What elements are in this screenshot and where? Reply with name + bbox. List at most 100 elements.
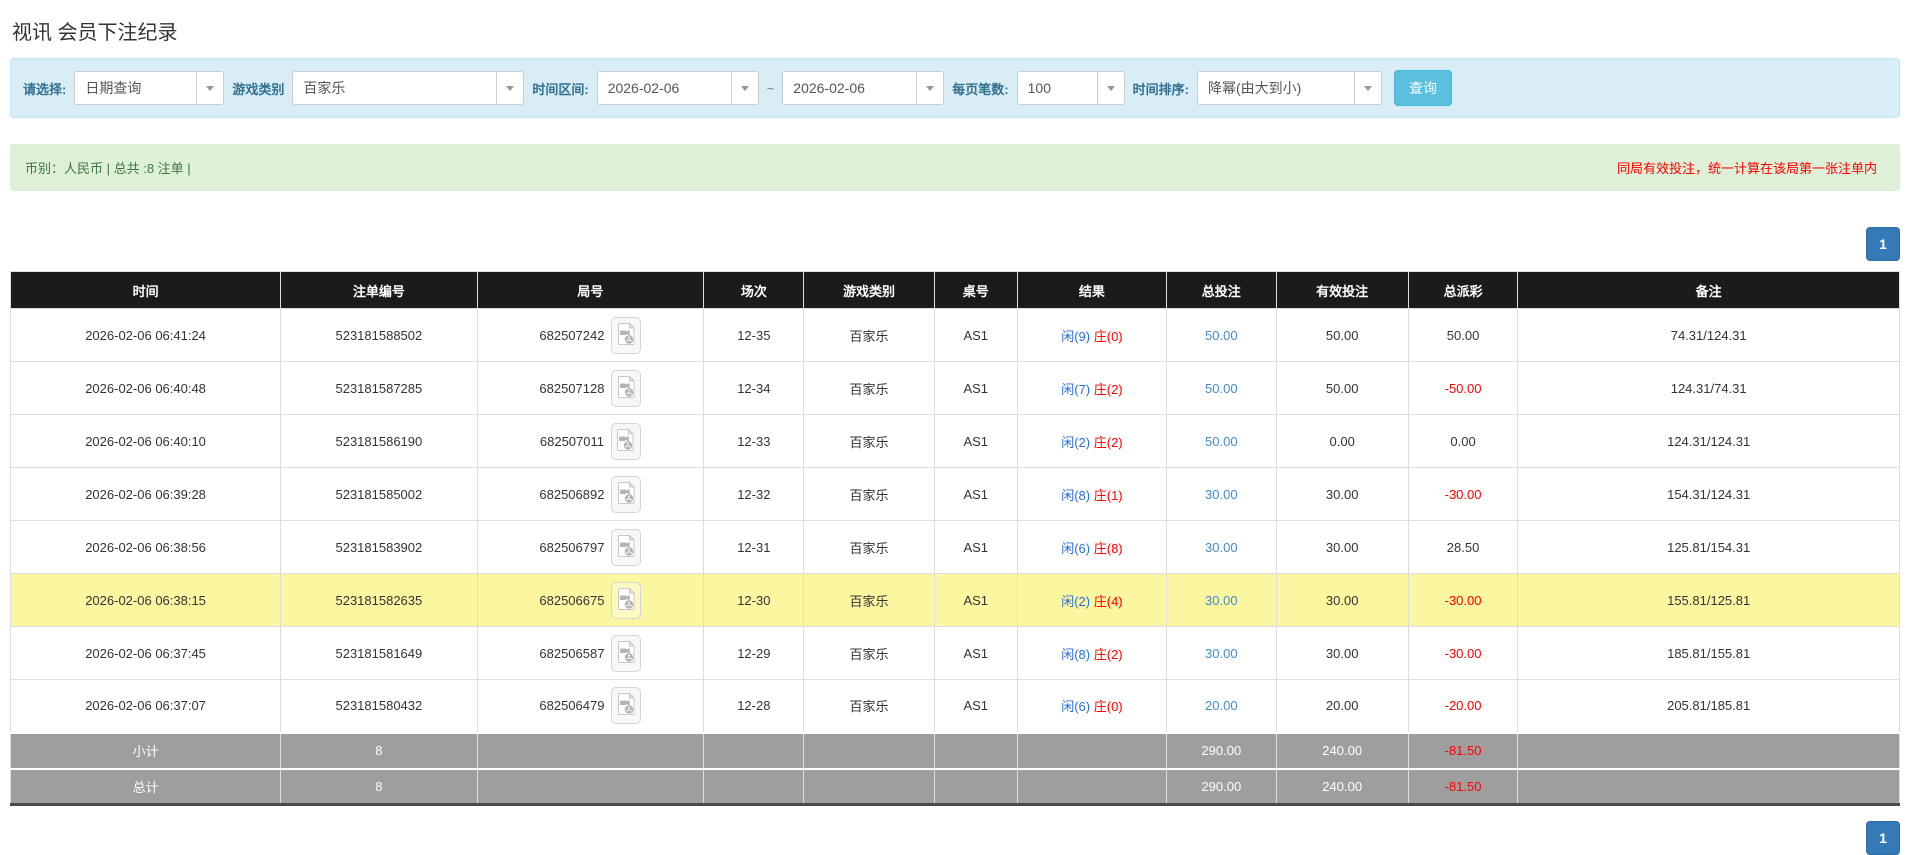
valid-bet-cell: 0.00 (1275, 414, 1409, 468)
summary-info-bar: 币别：人民币 | 总共 :8 注单 | 同局有效投注，统一计算在该局第一张注单内 (10, 144, 1900, 191)
banker-result: 庄(8) (1093, 540, 1123, 556)
round-number: 682506797 (539, 539, 605, 555)
total-bet-link[interactable]: 50.00 (1205, 328, 1238, 343)
video-replay-button[interactable] (611, 369, 642, 407)
time-cell: 2026-02-06 06:39:28 (9, 467, 282, 521)
per-page-select[interactable]: 100 (1016, 71, 1125, 105)
total-bet-link[interactable]: 30.00 (1205, 487, 1238, 502)
total-bet-cell: 30.00 (1166, 573, 1277, 627)
player-result: 闲(7) (1061, 381, 1091, 397)
table-no-cell: AS1 (933, 308, 1018, 362)
table-row: 2026-02-06 06:40:10 523181586190 682507011… (9, 414, 1900, 468)
player-result: 闲(2) (1061, 434, 1091, 450)
page-1-button[interactable]: 1 (1866, 227, 1900, 261)
remark-cell: 205.81/185.81 (1517, 679, 1900, 733)
banker-result: 庄(2) (1093, 434, 1123, 450)
date-from-select[interactable]: 2026-02-06 (596, 71, 759, 105)
video-replay-button[interactable] (611, 581, 642, 619)
query-type-select[interactable]: 日期查询 (74, 71, 225, 105)
video-file-icon (617, 321, 636, 345)
session-cell: 12-33 (703, 414, 805, 468)
table-no-cell: AS1 (933, 626, 1018, 680)
total-bet-link[interactable]: 50.00 (1205, 381, 1238, 396)
banker-result: 庄(2) (1093, 646, 1123, 662)
player-result: 闲(2) (1061, 593, 1091, 609)
session-cell: 12-34 (703, 361, 805, 415)
video-replay-button[interactable] (610, 422, 641, 460)
total-bet-link[interactable]: 30.00 (1205, 540, 1238, 555)
payout-cell: 50.00 (1407, 308, 1519, 362)
game-type-cell: 百家乐 (803, 520, 935, 574)
valid-bet-cell: 30.00 (1275, 520, 1409, 574)
bet-id-cell: 523181583902 (280, 520, 478, 574)
game-type-cell: 百家乐 (803, 414, 935, 468)
table-row: 2026-02-06 06:40:48 523181587285 682507128… (9, 361, 1900, 415)
total-bet-cell: 20.00 (1166, 679, 1277, 733)
column-header-3: 场次 (703, 271, 805, 309)
bet-id-cell: 523181588502 (280, 308, 478, 362)
search-button[interactable]: 查询 (1393, 70, 1452, 106)
video-file-icon (617, 692, 636, 716)
time-cell: 2026-02-06 06:38:56 (9, 520, 282, 574)
video-replay-button[interactable] (611, 687, 642, 725)
sort-order-value: 降幂(由大到小) (1207, 80, 1302, 96)
game-type-cell: 百家乐 (803, 679, 935, 733)
bet-id-cell: 523181586190 (280, 414, 478, 468)
total-bet-link[interactable]: 30.00 (1205, 646, 1238, 661)
result-cell: 闲(8) 庄(2) (1016, 626, 1168, 680)
total-bet-link[interactable]: 20.00 (1205, 698, 1238, 713)
result-cell: 闲(9) 庄(0) (1016, 308, 1168, 362)
table-no-cell: AS1 (933, 520, 1018, 574)
total-bet-link[interactable]: 30.00 (1205, 593, 1238, 608)
game-type-cell: 百家乐 (803, 573, 935, 627)
game-type-select[interactable]: 百家乐 (292, 71, 525, 105)
bet-id-cell: 523181585002 (280, 467, 478, 521)
table-row: 2026-02-06 06:41:24 523181588502 682507242… (9, 308, 1900, 362)
remark-cell: 155.81/125.81 (1517, 573, 1900, 627)
chevron-down-icon (196, 72, 223, 104)
chevron-down-icon (730, 72, 758, 104)
payout-cell: -30.00 (1407, 573, 1519, 627)
session-cell: 12-29 (703, 626, 805, 680)
subtotal-payout: -81.50 (1407, 731, 1519, 769)
select-type-label: 请选择: (23, 81, 67, 97)
round-cell: 682507011 (476, 414, 705, 468)
time-cell: 2026-02-06 06:40:48 (9, 361, 282, 415)
time-cell: 2026-02-06 06:40:10 (9, 414, 282, 468)
video-replay-button[interactable] (611, 316, 642, 354)
page-1-button[interactable]: 1 (1866, 821, 1900, 855)
payout-cell: -50.00 (1407, 361, 1519, 415)
date-to-select[interactable]: 2026-02-06 (782, 71, 945, 105)
table-row: 2026-02-06 06:39:28 523181585002 682506892… (9, 467, 1900, 521)
round-number: 682507242 (539, 327, 605, 343)
player-result: 闲(9) (1061, 328, 1091, 344)
round-cell: 682506587 (476, 626, 705, 680)
banker-result: 庄(0) (1093, 699, 1123, 715)
player-result: 闲(6) (1061, 699, 1091, 715)
sort-order-select[interactable]: 降幂(由大到小) (1196, 71, 1382, 105)
column-header-1: 注单编号 (280, 271, 478, 309)
date-range-separator: ~ (766, 80, 775, 96)
time-cell: 2026-02-06 06:38:15 (9, 573, 282, 627)
column-header-4: 游戏类别 (803, 271, 935, 309)
table-no-cell: AS1 (933, 361, 1018, 415)
total-bet-cell: 50.00 (1166, 361, 1277, 415)
video-file-icon (617, 480, 636, 504)
game-type-cell: 百家乐 (803, 308, 935, 362)
subtotal-count: 8 (280, 731, 478, 769)
total-bet-link[interactable]: 50.00 (1205, 434, 1238, 449)
remark-cell: 154.31/124.31 (1517, 467, 1900, 521)
pagination-top: 1 (10, 227, 1900, 261)
time-cell: 2026-02-06 06:37:45 (9, 626, 282, 680)
table-no-cell: AS1 (933, 414, 1018, 468)
video-replay-button[interactable] (611, 634, 642, 672)
game-type-label: 游戏类别 (232, 81, 285, 97)
chevron-down-icon (1353, 72, 1381, 104)
result-cell: 闲(2) 庄(2) (1016, 414, 1168, 468)
subtotal-total-bet: 290.00 (1166, 731, 1277, 769)
video-replay-button[interactable] (611, 528, 642, 566)
video-replay-button[interactable] (611, 475, 642, 513)
total-bet-cell: 30.00 (1166, 626, 1277, 680)
table-no-cell: AS1 (933, 467, 1018, 521)
table-row: 2026-02-06 06:37:45 523181581649 682506587… (9, 626, 1900, 680)
